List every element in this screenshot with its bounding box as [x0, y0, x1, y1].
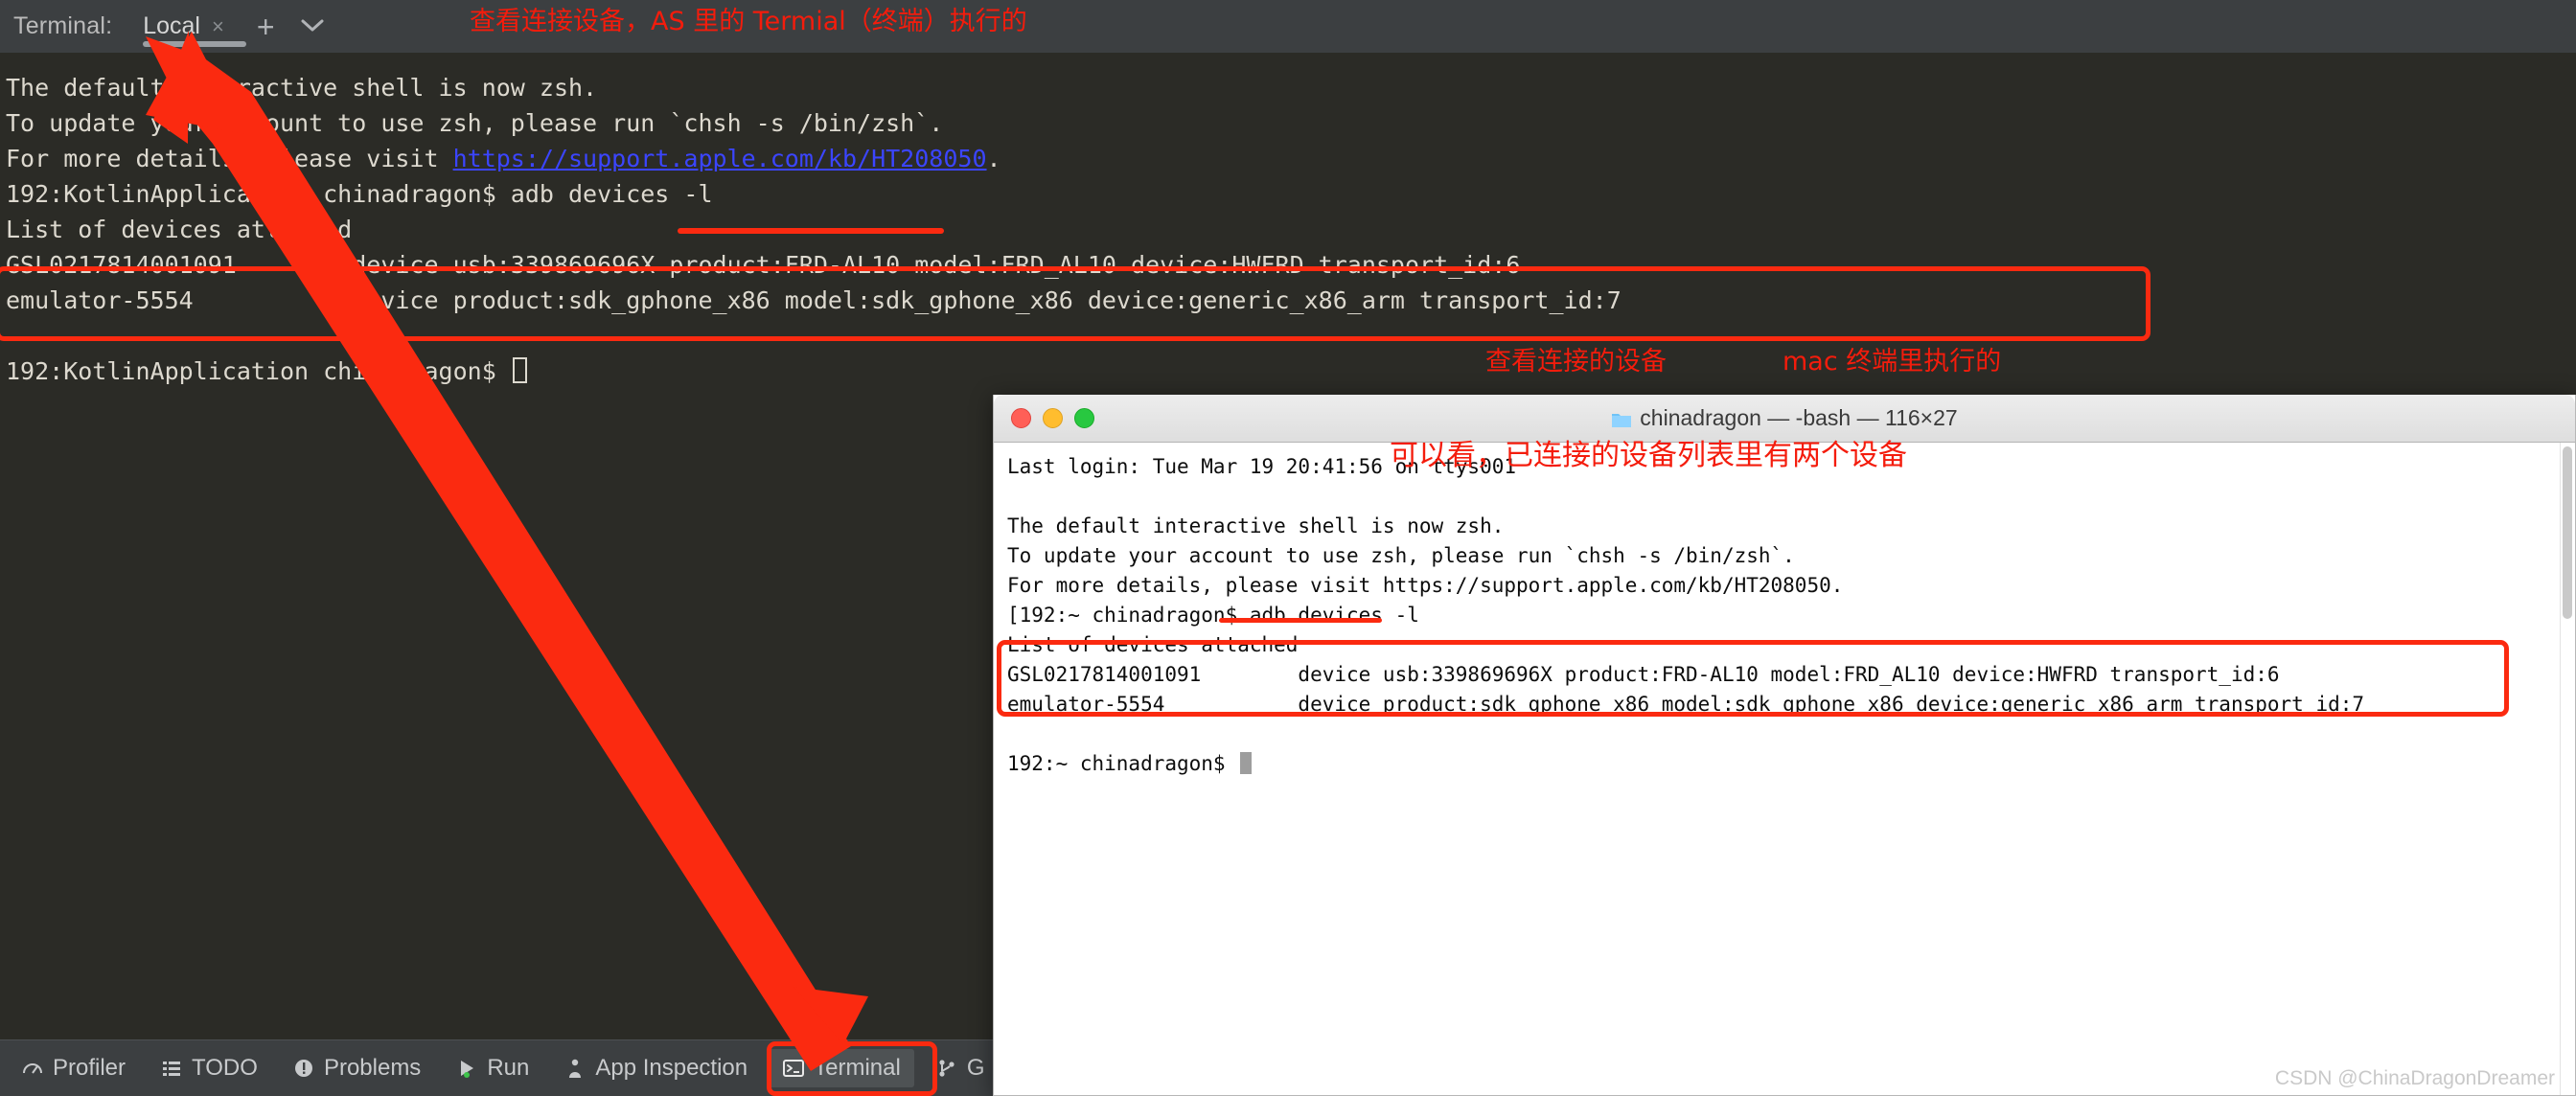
statusbar-item-terminal[interactable]: Terminal [769, 1049, 914, 1087]
git-branch-icon [935, 1057, 958, 1080]
console-line: List of devices attached [6, 216, 353, 243]
window-title-area: chinadragon — -bash — 116×27 [994, 405, 2575, 431]
terminal-icon [782, 1057, 805, 1080]
problems-icon [292, 1057, 315, 1080]
statusbar-item-git[interactable]: G [922, 1049, 999, 1087]
mac-line: 192:~ chinadragon$ [1007, 752, 1238, 775]
scrollbar-thumb[interactable] [2563, 446, 2572, 619]
console-line: For more details, please visit [6, 145, 453, 172]
mac-line: For more details, please visit https://s… [1007, 574, 1844, 597]
console-line: GSL0217814001091 device usb:339869696X p… [6, 251, 1521, 279]
mac-line: GSL0217814001091 device usb:339869696X p… [1007, 663, 2280, 686]
console-line: To update your account to use zsh, pleas… [6, 109, 944, 137]
statusbar-label: Problems [323, 1055, 422, 1081]
annotation-underline-mac-adb-command [1219, 618, 1382, 623]
macos-terminal-window: chinadragon — -bash — 116×27 Last login:… [993, 395, 2576, 1096]
mac-line: To update your account to use zsh, pleas… [1007, 544, 1795, 567]
macos-terminal-cursor [1240, 752, 1253, 774]
plus-icon[interactable]: + [257, 11, 275, 42]
apple-support-link[interactable]: https://support.apple.com/kb/HT208050 [453, 145, 987, 172]
console-line: emulator-5554 device product:sdk_gphone_… [6, 286, 1622, 314]
mac-line: The default interactive shell is now zsh… [1007, 514, 1505, 537]
terminal-tab-local-label: Local [143, 12, 200, 39]
annotation-mac-note-1: 查看连接的设备 [1485, 347, 1667, 377]
annotation-mac-note-2: mac 终端里执行的 [1782, 347, 2002, 377]
terminal-tab-local[interactable]: Local × [137, 0, 247, 53]
tab-active-underline [143, 41, 247, 47]
profiler-icon [21, 1057, 44, 1080]
annotation-underline-adb-command [678, 228, 944, 234]
console-line: The default interactive shell is now zsh… [6, 74, 598, 102]
statusbar-item-app-inspection[interactable]: App Inspection [550, 1049, 761, 1087]
statusbar-label: Terminal [814, 1055, 901, 1081]
macos-terminal-output[interactable]: Last login: Tue Mar 19 20:41:56 on ttys0… [994, 443, 2575, 1095]
statusbar-label: G [966, 1055, 985, 1081]
todo-icon [160, 1057, 183, 1080]
vertical-scrollbar[interactable] [2560, 443, 2575, 1095]
app-inspection-icon [564, 1057, 586, 1080]
run-icon [455, 1057, 478, 1080]
annotation-mac-note-3: 可以看，已连接的设备列表里有两个设备 [1390, 439, 1907, 472]
mac-line: List of devices attached [1007, 633, 1299, 656]
terminal-panel-label: Terminal: [13, 12, 113, 39]
statusbar-label: Profiler [53, 1055, 126, 1081]
statusbar-label: Run [487, 1055, 530, 1081]
statusbar-label: App Inspection [595, 1055, 748, 1081]
mac-line: emulator-5554 device product:sdk_gphone_… [1007, 693, 2365, 716]
statusbar-item-problems[interactable]: Problems [279, 1049, 434, 1087]
annotation-top-note: 查看连接设备，AS 里的 Termial（终端）执行的 [470, 7, 1027, 36]
statusbar-item-todo[interactable]: TODO [147, 1049, 271, 1087]
mac-line: [192:~ chinadragon$ adb devices -l [1007, 604, 1419, 627]
console-line: 192:KotlinApplication chinadragon$ adb d… [6, 180, 713, 208]
statusbar-label: TODO [192, 1055, 258, 1081]
folder-icon [1611, 409, 1632, 428]
close-icon[interactable]: × [212, 14, 224, 39]
statusbar-item-run[interactable]: Run [442, 1049, 542, 1087]
chevron-down-icon[interactable] [300, 15, 325, 38]
statusbar-item-profiler[interactable]: Profiler [8, 1049, 139, 1087]
console-line: 192:KotlinApplication chinadragon$ [6, 357, 511, 385]
terminal-tabbar: Terminal: Local × + [0, 0, 2576, 53]
terminal-cursor [512, 357, 527, 383]
console-line-tail: . [986, 145, 1001, 172]
watermark: CSDN @ChinaDragonDreamer [2274, 1067, 2555, 1089]
window-title-text: chinadragon — -bash — 116×27 [1640, 405, 1958, 430]
